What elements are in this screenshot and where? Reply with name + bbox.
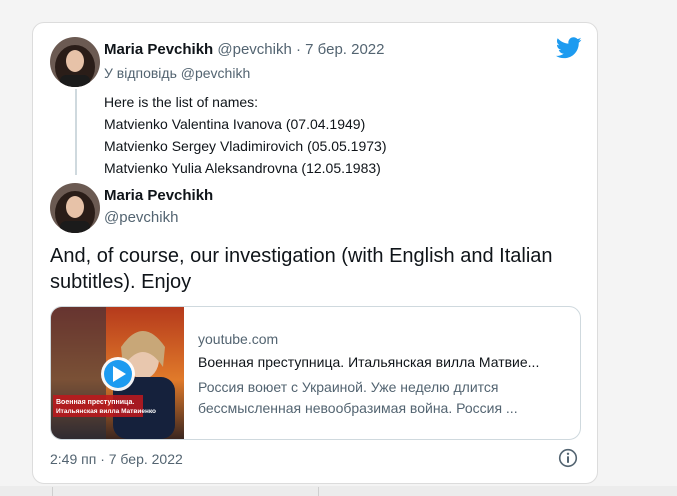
avatar[interactable] (50, 37, 100, 87)
link-domain: youtube.com (198, 331, 279, 347)
reply-to-label[interactable]: У відповідь @pevchikh (104, 65, 250, 81)
tweet-text: And, of course, our investigation (with … (50, 245, 553, 293)
tweet-timestamp[interactable]: 2:49 пп · 7 бер. 2022 (50, 451, 183, 467)
tweet-embed-card: Maria Pevchikh @pevchikh · 7 бер. 2022 У… (32, 22, 598, 484)
thread-connector-line (75, 89, 77, 175)
avatar[interactable] (50, 183, 100, 233)
thumbnail-caption: Итальянская вилла Матвиенко (56, 408, 156, 415)
author-handle[interactable]: @pevchikh (217, 41, 291, 58)
tweet-text-line: Matvienko Valentina Ivanova (07.04.1949) (104, 116, 366, 132)
link-description: Россия воюет с Украиной. Уже неделю длит… (198, 379, 518, 416)
footer-divider (318, 487, 319, 496)
link-preview-card[interactable]: Военная преступница. Итальянская вилла М… (50, 306, 581, 440)
footer-divider (52, 487, 53, 496)
author-handle[interactable]: @pevchikh (104, 209, 178, 226)
tweet-text-line: Matvienko Sergey Vladimirovich (05.05.19… (104, 138, 387, 154)
tweet-text-line: Here is the list of names: (104, 94, 259, 110)
reply-tweet-text: Here is the list of names: Matvienko Val… (104, 91, 386, 179)
thumbnail-caption: Военная преступница. (56, 399, 134, 406)
twitter-bird-icon[interactable] (556, 37, 582, 59)
tweet-header: Maria Pevchikh @pevchikh · 7 бер. 2022 (104, 41, 385, 58)
tweet-text-line: Matvienko Yulia Aleksandrovna (12.05.198… (104, 160, 381, 176)
info-icon[interactable] (558, 448, 578, 468)
page-footer-strip (0, 486, 677, 496)
author-name[interactable]: Maria Pevchikh (104, 187, 213, 204)
tweet-date[interactable]: 7 бер. 2022 (305, 41, 384, 58)
meta-separator: · (291, 41, 306, 58)
video-thumbnail[interactable]: Военная преступница. Итальянская вилла М… (51, 307, 184, 439)
author-name[interactable]: Maria Pevchikh (104, 41, 213, 58)
link-title[interactable]: Военная преступница. Итальянская вилла М… (198, 354, 539, 370)
